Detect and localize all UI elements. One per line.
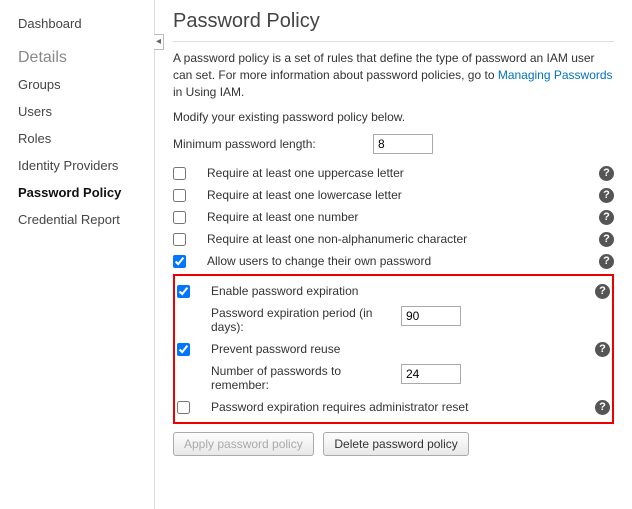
- reuse-remember-input[interactable]: [401, 364, 461, 384]
- lowercase-label: Require at least one lowercase letter: [207, 188, 592, 202]
- delete-policy-button[interactable]: Delete password policy: [323, 432, 468, 456]
- sidebar: Dashboard Details Groups Users Roles Ide…: [0, 0, 155, 509]
- uppercase-label: Require at least one uppercase letter: [207, 166, 592, 180]
- expiration-period-label: Password expiration period (in days):: [211, 306, 401, 334]
- help-icon[interactable]: ?: [595, 284, 610, 299]
- highlighted-section: Enable password expiration ? Password ex…: [173, 274, 614, 424]
- sidebar-item-users[interactable]: Users: [18, 98, 154, 125]
- nonalpha-checkbox[interactable]: [173, 233, 186, 246]
- title-divider: [173, 41, 614, 42]
- allow-change-label: Allow users to change their own password: [207, 254, 592, 268]
- min-length-input[interactable]: [373, 134, 433, 154]
- main-content: ◂ Password Policy A password policy is a…: [155, 0, 632, 509]
- lowercase-checkbox[interactable]: [173, 189, 186, 202]
- managing-passwords-link[interactable]: Managing Passwords: [498, 68, 613, 82]
- help-icon[interactable]: ?: [599, 210, 614, 225]
- admin-reset-checkbox[interactable]: [177, 401, 190, 414]
- expiration-label: Enable password expiration: [211, 284, 588, 298]
- allow-change-checkbox[interactable]: [173, 255, 186, 268]
- number-checkbox[interactable]: [173, 211, 186, 224]
- expiration-period-input[interactable]: [401, 306, 461, 326]
- sidebar-item-identity-providers[interactable]: Identity Providers: [18, 152, 154, 179]
- help-icon[interactable]: ?: [599, 166, 614, 181]
- sidebar-item-credential-report[interactable]: Credential Report: [18, 206, 154, 233]
- help-icon[interactable]: ?: [599, 188, 614, 203]
- help-icon[interactable]: ?: [599, 232, 614, 247]
- help-icon[interactable]: ?: [595, 342, 610, 357]
- help-icon[interactable]: ?: [595, 400, 610, 415]
- help-icon[interactable]: ?: [599, 254, 614, 269]
- reuse-checkbox[interactable]: [177, 343, 190, 356]
- modify-text: Modify your existing password policy bel…: [173, 110, 614, 124]
- min-length-label: Minimum password length:: [173, 137, 373, 151]
- intro-text: A password policy is a set of rules that…: [173, 50, 614, 100]
- sidebar-section-header: Details: [18, 37, 154, 71]
- number-label: Require at least one number: [207, 210, 592, 224]
- apply-policy-button[interactable]: Apply password policy: [173, 432, 314, 456]
- sidebar-item-groups[interactable]: Groups: [18, 71, 154, 98]
- uppercase-checkbox[interactable]: [173, 167, 186, 180]
- sidebar-item-roles[interactable]: Roles: [18, 125, 154, 152]
- reuse-label: Prevent password reuse: [211, 342, 588, 356]
- sidebar-item-dashboard[interactable]: Dashboard: [18, 10, 154, 37]
- sidebar-collapse-handle[interactable]: ◂: [154, 34, 164, 50]
- sidebar-item-password-policy[interactable]: Password Policy: [18, 179, 154, 206]
- reuse-remember-label: Number of passwords to remember:: [211, 364, 401, 392]
- nonalpha-label: Require at least one non-alphanumeric ch…: [207, 232, 592, 246]
- admin-reset-label: Password expiration requires administrat…: [211, 400, 588, 414]
- page-title: Password Policy: [173, 10, 614, 33]
- expiration-checkbox[interactable]: [177, 285, 190, 298]
- intro-post: in Using IAM.: [173, 85, 244, 99]
